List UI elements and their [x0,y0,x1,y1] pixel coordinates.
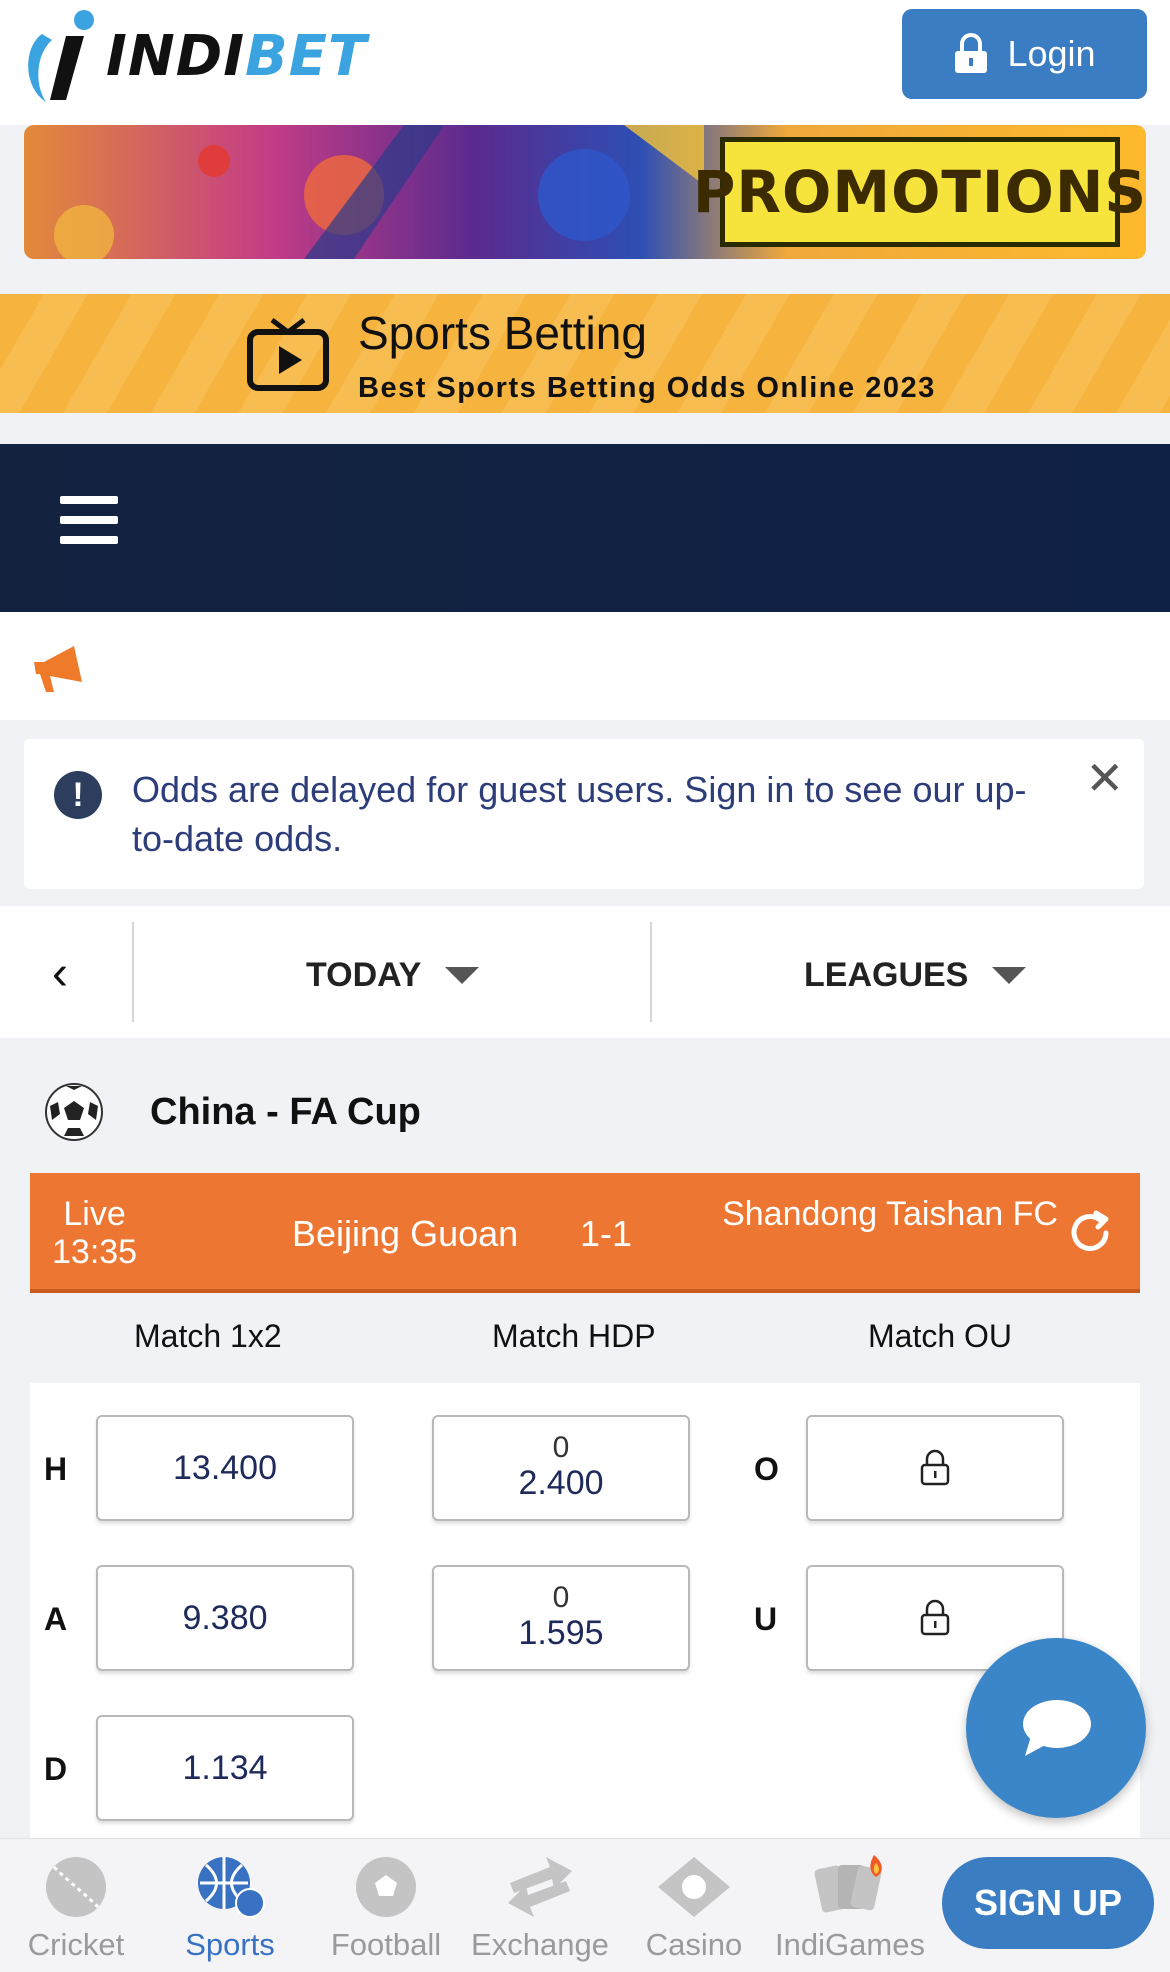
bottom-nav-cricket[interactable]: Cricket [6,1853,146,1963]
league-header[interactable]: China - FA Cup [44,1082,421,1142]
promotions-label: PROMOTIONS [692,158,1146,226]
casino-chip-icon [658,1857,730,1917]
announcement-bar [0,612,1170,720]
sports-balls-icon [198,1857,265,1918]
soccer-ball-icon [45,1083,103,1141]
odd-button-hdp-away[interactable]: 0 1.595 [432,1565,690,1671]
odds-row-label: H [44,1451,68,1487]
lock-icon [920,1449,950,1486]
match-score: 1-1 [580,1213,633,1254]
live-chat-button[interactable] [966,1638,1146,1818]
away-team: Shandong Taishan FC [722,1195,1058,1233]
bottom-nav-sports[interactable]: Sports [160,1853,300,1963]
caret-down-icon [992,967,1027,984]
leagues-filter-dropdown[interactable]: LEAGUES [804,956,1027,995]
market-header-hdp: Match HDP [492,1318,656,1354]
tv-play-icon [247,318,329,391]
header: INDIBET Login [0,0,1170,125]
logo-text: INDIBET [106,23,368,89]
bottom-nav-casino[interactable]: Casino [624,1853,764,1963]
logo-mark-icon [28,10,94,102]
lock-icon [920,1599,950,1636]
menu-icon[interactable] [60,496,118,546]
lock-icon [955,33,988,73]
odds-panel: H 13.400 A 9.380 D 1.134 0 2.400 0 1.595… [30,1383,1140,1843]
live-label: Live [63,1195,126,1233]
odd-button-away[interactable]: 9.380 [96,1565,354,1671]
odd-button-hdp-home[interactable]: 0 2.400 [432,1415,690,1521]
odds-row-label: A [44,1601,68,1637]
alert-text: Odds are delayed for guest users. Sign i… [132,769,1027,859]
odd-value: 9.380 [182,1599,268,1637]
close-icon[interactable]: ✕ [1085,755,1124,801]
bottom-nav-label: IndiGames [775,1927,925,1962]
odds-row-label: O [754,1451,779,1487]
odd-button-over-locked[interactable] [806,1415,1064,1521]
football-icon [356,1857,416,1917]
bottom-nav-label: Exchange [471,1927,609,1962]
sports-betting-banner: Sports Betting Best Sports Betting Odds … [0,294,1170,413]
odd-value: 13.400 [173,1449,277,1487]
caret-down-icon [445,967,480,984]
guest-odds-alert: ! Odds are delayed for guest users. Sign… [24,739,1144,889]
bottom-nav-indigames[interactable]: IndiGames [775,1853,925,1963]
back-chevron-icon[interactable]: ‹ [52,946,68,1001]
cards-fire-icon [814,1855,882,1913]
cricket-ball-icon [46,1857,106,1917]
odd-value: 1.134 [182,1749,268,1787]
odd-value: 2.400 [518,1464,604,1502]
login-button[interactable]: Login [902,9,1147,99]
bottom-nav-label: Cricket [27,1927,125,1962]
market-header-1x2: Match 1x2 [134,1318,282,1354]
bottom-nav-label: Casino [645,1927,743,1962]
bottom-nav-exchange[interactable]: Exchange [470,1853,610,1963]
sports-betting-subtitle: Best Sports Betting Odds Online 2023 [358,372,936,404]
handicap-line: 0 [552,1581,570,1614]
refresh-icon[interactable] [1066,1209,1114,1257]
date-filter-dropdown[interactable]: TODAY [306,956,480,995]
chat-bubble-icon [1023,1700,1091,1756]
market-header-ou: Match OU [868,1318,1013,1354]
indibet-logo[interactable]: INDIBET [22,6,367,106]
match-header[interactable]: Live 13:35 Beijing Guoan 1-1 Shandong Ta… [30,1173,1140,1293]
league-name: China - FA Cup [150,1090,421,1133]
sports-betting-title: Sports Betting [358,307,647,359]
odd-value: 1.595 [518,1614,604,1652]
date-filter-label: TODAY [306,956,422,994]
promotions-label-box: PROMOTIONS [693,137,1146,247]
odds-row-label: U [754,1601,778,1637]
leagues-filter-label: LEAGUES [804,956,969,994]
home-team: Beijing Guoan [292,1213,519,1254]
bottom-nav-label: Football [330,1927,442,1962]
promo-artwork [54,125,704,259]
divider [132,922,134,1022]
alert-exclamation-icon: ! [54,771,102,819]
live-status: Live 13:35 [52,1195,137,1271]
odd-button-home[interactable]: 13.400 [96,1415,354,1521]
bottom-nav-football[interactable]: Football [316,1853,456,1963]
promotions-banner[interactable]: PROMOTIONS [24,125,1146,259]
login-label: Login [1007,33,1096,74]
exchange-arrows-icon [508,1857,572,1917]
bottom-navigation: Cricket Sports Football Exchange Casino [0,1838,1170,1972]
handicap-line: 0 [552,1431,570,1464]
filter-bar: ‹ TODAY LEAGUES [0,906,1170,1038]
divider [650,922,652,1022]
sign-up-button[interactable]: SIGN UP [942,1857,1154,1949]
bottom-nav-label: Sports [185,1927,275,1962]
match-clock: 13:35 [52,1233,138,1271]
odds-row-label: D [44,1751,68,1787]
megaphone-icon[interactable] [30,642,88,694]
odd-button-draw[interactable]: 1.134 [96,1715,354,1821]
main-navbar [0,444,1170,612]
